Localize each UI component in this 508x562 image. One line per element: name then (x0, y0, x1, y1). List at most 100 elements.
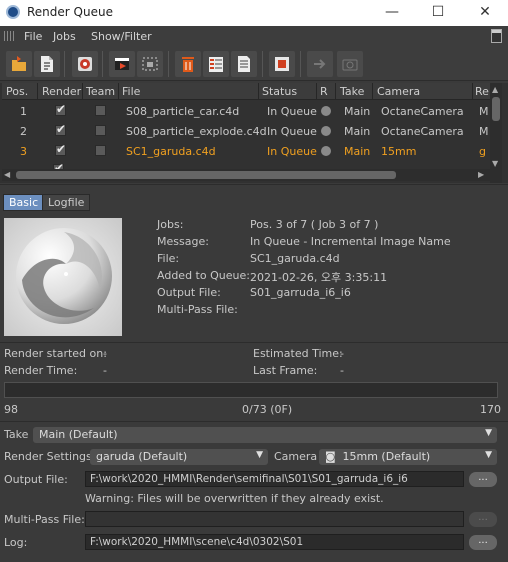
close-button[interactable]: ✕ (462, 0, 508, 26)
take-dropdown[interactable]: Main (Default) ▼ (33, 427, 497, 443)
take-value: Main (Default) (39, 428, 118, 441)
column-status[interactable]: Status (262, 85, 297, 98)
last-frame-value: - (340, 364, 344, 377)
multipass-file-path-field[interactable] (85, 511, 464, 527)
panel-menu-icon[interactable] (491, 29, 502, 43)
log-label: Log: (4, 536, 28, 549)
message-label: Message: (157, 235, 209, 248)
menu-file[interactable]: File (24, 30, 42, 43)
scroll-left-icon[interactable]: ◀ (4, 170, 10, 179)
row-status: In Queue (267, 105, 317, 118)
added-to-queue-value: 2021-02-26, 오후 3:35:11 (250, 271, 388, 284)
minimize-button[interactable]: — (369, 0, 415, 26)
column-team[interactable]: Team (86, 85, 115, 98)
row-take: Main (344, 125, 371, 138)
column-camera[interactable]: Camera (377, 85, 420, 98)
table-vertical-scrollbar[interactable]: ▲ ▼ (490, 83, 502, 183)
jobs-value: Pos. 3 of 7 ( Job 3 of 7 ) (250, 218, 379, 231)
output-file-label: Output File: (157, 286, 221, 299)
open-file-icon[interactable] (6, 51, 32, 77)
stop-icon[interactable] (269, 51, 295, 77)
take-label: Take (4, 428, 29, 441)
maximize-button[interactable]: ☐ (415, 0, 461, 26)
jobs-table: Pos. Render Team File Status R Take Came… (0, 83, 508, 183)
cinema4d-app-icon (6, 5, 20, 19)
menu-show-filter[interactable]: Show/Filter (91, 30, 152, 43)
log-browse-button[interactable]: ... (469, 535, 497, 550)
scroll-right-icon[interactable]: ▶ (478, 170, 484, 179)
camera-dropdown[interactable]: ◙ 15mm (Default) ▼ (319, 449, 497, 465)
row-camera: OctaneCamera (381, 125, 464, 138)
row-take: Main (344, 105, 371, 118)
camera-icon: ◙ (325, 450, 336, 463)
render-settings-label: Render Settings (4, 450, 92, 463)
jobs-label: Jobs: (157, 218, 184, 231)
table-horizontal-scrollbar[interactable]: ◀ ▶ (2, 169, 490, 181)
render-checkbox[interactable] (55, 102, 66, 116)
new-job-icon[interactable] (34, 51, 60, 77)
row-camera: OctaneCamera (381, 105, 464, 118)
camera-value: 15mm (Default) (342, 450, 431, 463)
added-to-queue-label: Added to Queue: (157, 269, 250, 282)
menu-bar: File Jobs Show/Filter (0, 26, 508, 47)
render-progress-bar (4, 382, 498, 398)
scroll-thumb[interactable] (492, 97, 500, 121)
row-re: g (479, 145, 486, 158)
render-settings-dropdown[interactable]: garuda (Default) ▼ (90, 449, 268, 465)
render-settings-icon[interactable] (72, 51, 98, 77)
multipass-browse-button[interactable]: ... (469, 512, 497, 527)
column-re[interactable]: Re (475, 85, 489, 98)
render-region-icon[interactable] (137, 51, 163, 77)
scroll-thumb[interactable] (16, 171, 396, 179)
column-r[interactable]: R (320, 85, 328, 98)
job-doc-icon[interactable] (231, 51, 257, 77)
team-checkbox[interactable] (95, 145, 106, 156)
row-status: In Queue (267, 145, 317, 158)
scroll-up-icon[interactable]: ▲ (492, 85, 498, 94)
column-pos[interactable]: Pos. (6, 85, 28, 98)
render-checkbox[interactable] (55, 122, 66, 136)
output-file-path-field[interactable]: F:\work\2020_HMMI\Render\semifinal\S01\S… (85, 471, 464, 487)
render-checkbox[interactable] (55, 142, 66, 156)
progress-frame-count: 0/73 (0F) (242, 403, 293, 416)
table-row[interactable]: 2 S08_particle_explode.c4d In Queue Main… (2, 121, 490, 141)
estimated-time-label: Estimated Time: (253, 347, 343, 360)
log-path-field[interactable]: F:\work\2020_HMMI\scene\c4d\0302\S01 (85, 534, 464, 550)
row-file: S08_particle_car.c4d (126, 105, 240, 118)
start-render-icon[interactable] (109, 51, 135, 77)
row-pos: 1 (20, 105, 27, 118)
title-bar: Render Queue — ☐ ✕ (0, 0, 508, 26)
row-pos: 3 (20, 145, 27, 158)
multipass-file-label: Multi-Pass File: (157, 303, 238, 316)
column-render[interactable]: Render (42, 85, 81, 98)
team-checkbox[interactable] (95, 125, 106, 136)
tab-logfile[interactable]: Logfile (42, 194, 91, 211)
column-file[interactable]: File (122, 85, 140, 98)
toolbar-separator (300, 51, 301, 77)
chevron-down-icon: ▼ (256, 450, 263, 460)
camera-snapshot-icon[interactable] (337, 51, 363, 77)
column-take[interactable]: Take (340, 85, 364, 98)
table-header: Pos. Render Team File Status R Take Came… (2, 83, 490, 100)
toolbar-separator (64, 51, 65, 77)
table-row-selected[interactable]: 3 SC1_garuda.c4d In Queue Main 15mm g (2, 141, 490, 161)
menu-jobs[interactable]: Jobs (53, 30, 76, 43)
delete-job-icon[interactable] (175, 51, 201, 77)
window-title: Render Queue (27, 5, 113, 19)
last-frame-label: Last Frame: (253, 364, 318, 377)
table-row[interactable]: 1 S08_particle_car.c4d In Queue Main Oct… (2, 101, 490, 121)
tab-basic[interactable]: Basic (3, 194, 45, 211)
status-dot-icon (321, 106, 331, 116)
team-checkbox[interactable] (95, 105, 106, 116)
status-dot-icon (321, 146, 331, 156)
file-label: File: (157, 252, 180, 265)
toolbar (0, 47, 508, 81)
detail-tabs: Basic Logfile (0, 194, 508, 212)
team-render-icon[interactable] (307, 51, 333, 77)
render-time-value: - (103, 364, 107, 377)
job-list-icon[interactable] (203, 51, 229, 77)
scroll-down-icon[interactable]: ▼ (492, 159, 498, 168)
row-re: M (479, 125, 489, 138)
progress-end-frame: 170 (480, 403, 501, 416)
output-file-browse-button[interactable]: ... (469, 472, 497, 487)
